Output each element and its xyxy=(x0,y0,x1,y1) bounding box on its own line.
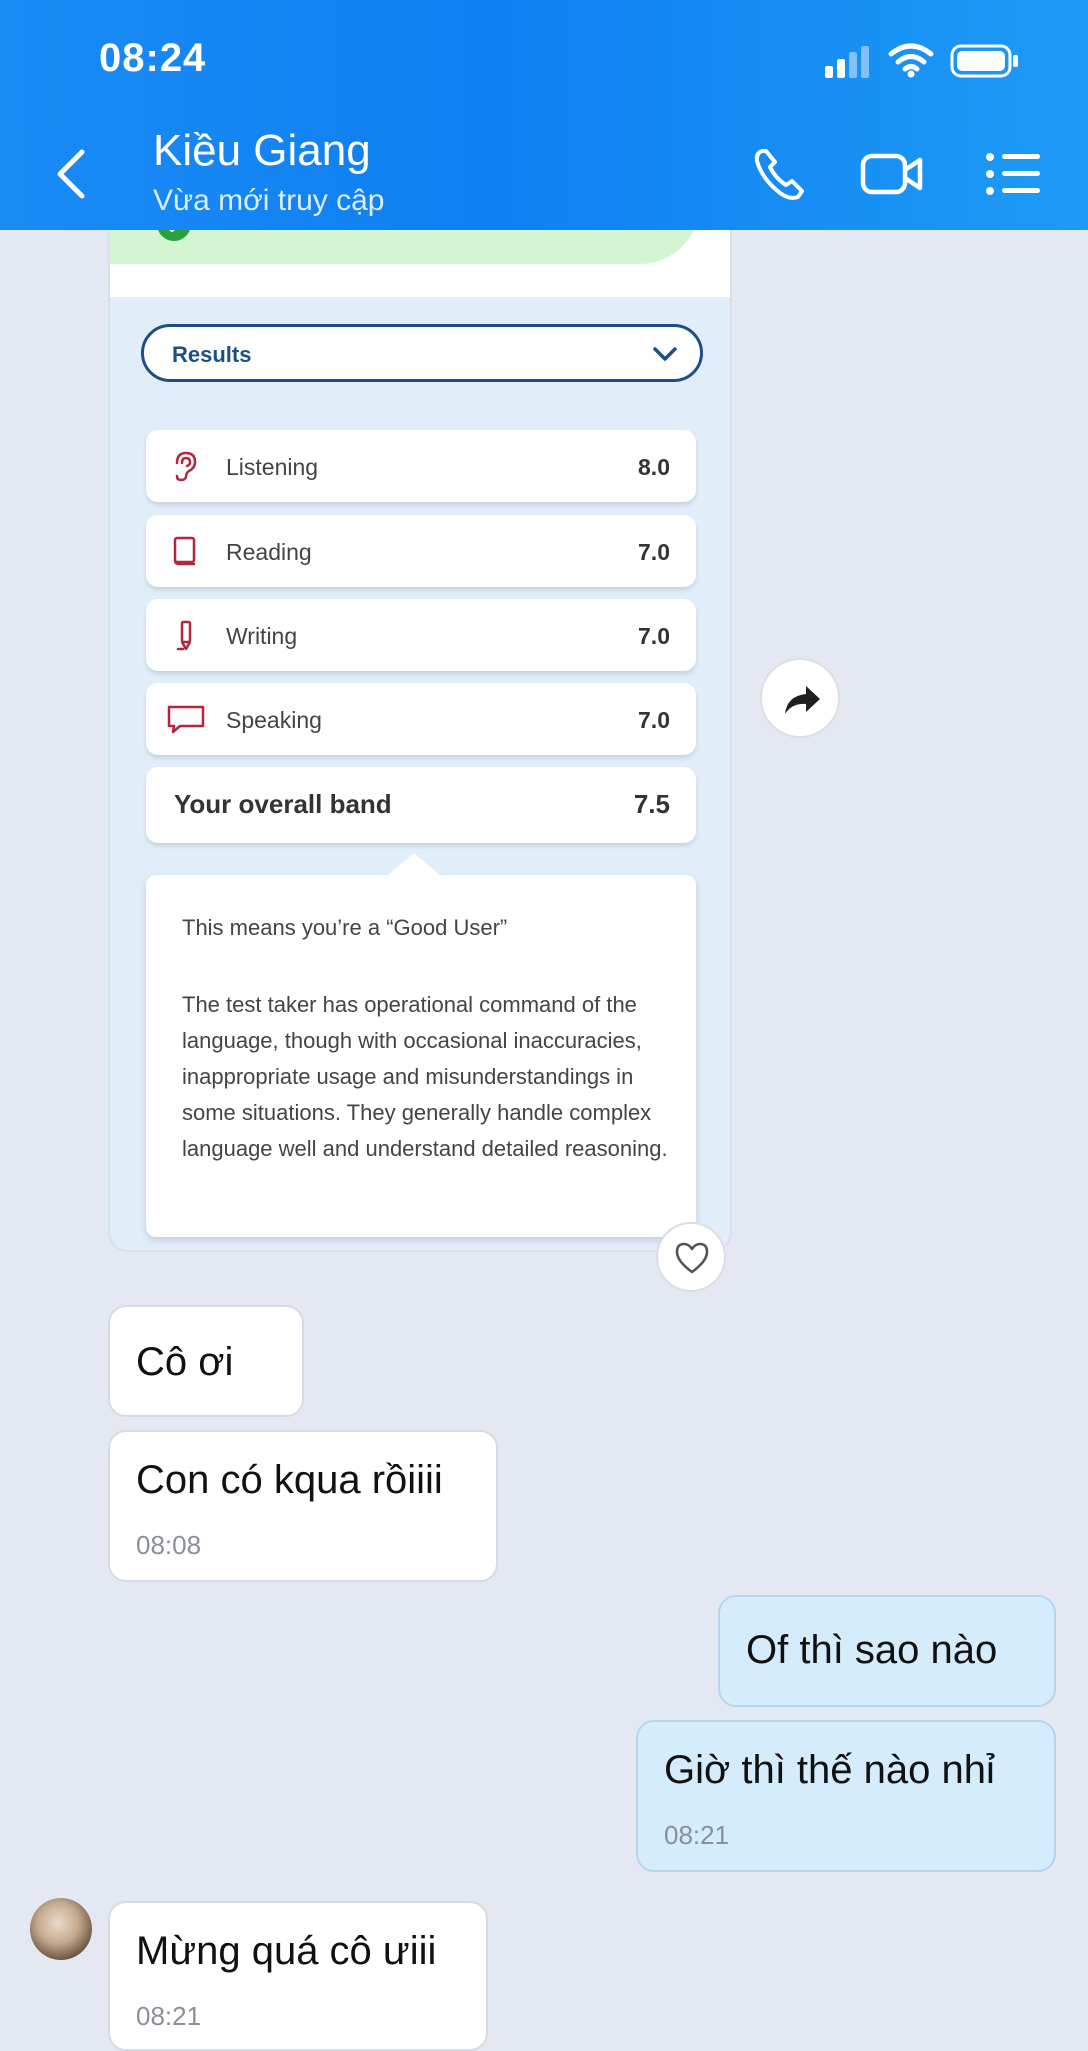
message-text: Con có kqua rồiiii xyxy=(136,1458,443,1502)
score-label: Listening xyxy=(226,454,319,480)
description-title: This means you’re a “Good User” xyxy=(182,915,508,940)
react-heart-button[interactable] xyxy=(656,1222,726,1292)
message-bubble-outgoing[interactable]: Of thì sao nào xyxy=(718,1595,1056,1707)
message-time: 08:21 xyxy=(136,2001,202,2031)
message-text: Mừng quá cô ưiii xyxy=(136,1929,437,1973)
message-text: Giờ thì thế nào nhỉ xyxy=(664,1748,995,1792)
contact-status: Vừa mới truy cập xyxy=(153,184,385,217)
score-label: Speaking xyxy=(226,707,322,733)
message-bubble-outgoing[interactable]: Giờ thì thế nào nhỉ 08:21 xyxy=(636,1720,1056,1872)
score-value: 7.0 xyxy=(638,539,670,565)
chevron-down-icon xyxy=(653,347,677,361)
phone-call-icon[interactable] xyxy=(748,143,812,205)
contact-name[interactable]: Kiều Giang xyxy=(153,126,371,176)
score-value: 8.0 xyxy=(638,454,670,480)
share-arrow-icon xyxy=(785,686,820,714)
message-text: Cô ơi xyxy=(136,1340,234,1384)
status-time: 08:24 xyxy=(99,36,207,80)
avatar[interactable] xyxy=(30,1898,92,1960)
signal-icon xyxy=(825,46,869,78)
message-bubble-incoming[interactable]: Mừng quá cô ưiii 08:21 xyxy=(108,1901,488,2051)
wifi-icon xyxy=(888,43,934,78)
overall-band-label: Your overall band xyxy=(174,789,392,819)
speech-icon xyxy=(167,705,205,734)
overall-band-value: 7.5 xyxy=(633,789,670,819)
score-row-writing: Writing 7.0 xyxy=(146,599,696,671)
shared-image-card[interactable]: Your results are now available. × Result… xyxy=(108,180,732,1252)
results-dropdown-label: Results xyxy=(172,342,252,367)
score-row-listening: Listening 8.0 xyxy=(146,430,696,502)
message-time: 08:08 xyxy=(136,1530,202,1560)
band-description: This means you’re a “Good User” The test… xyxy=(146,853,696,1237)
score-value: 7.0 xyxy=(638,707,670,733)
battery-icon xyxy=(950,44,1018,78)
message-text: Of thì sao nào xyxy=(746,1628,998,1672)
pen-icon xyxy=(176,620,192,651)
menu-list-icon[interactable] xyxy=(982,143,1046,205)
message-bubble-incoming[interactable]: Con có kqua rồiiii 08:08 xyxy=(108,1430,498,1582)
message-time: 08:21 xyxy=(664,1820,730,1850)
description-pointer xyxy=(388,853,440,875)
score-value: 7.0 xyxy=(638,623,670,649)
chat-header: 08:24 Kiều Giang Vừa mới truy cập xyxy=(0,0,1088,230)
description-body: The test taker has operational command o… xyxy=(182,992,668,1161)
heart-icon xyxy=(675,1242,709,1274)
score-label: Reading xyxy=(226,539,312,565)
results-dropdown: Results xyxy=(141,324,703,382)
back-arrow-icon[interactable] xyxy=(52,146,92,202)
score-label: Writing xyxy=(226,623,298,649)
video-call-icon[interactable] xyxy=(860,143,924,205)
forward-share-button[interactable] xyxy=(760,658,840,738)
score-row-speaking: Speaking 7.0 xyxy=(146,683,696,755)
overall-band-row: Your overall band 7.5 xyxy=(146,767,696,843)
score-row-reading: Reading 7.0 xyxy=(146,515,696,587)
ear-icon xyxy=(175,451,197,482)
book-icon xyxy=(173,536,196,566)
message-bubble-incoming[interactable]: Cô ơi xyxy=(108,1305,304,1417)
